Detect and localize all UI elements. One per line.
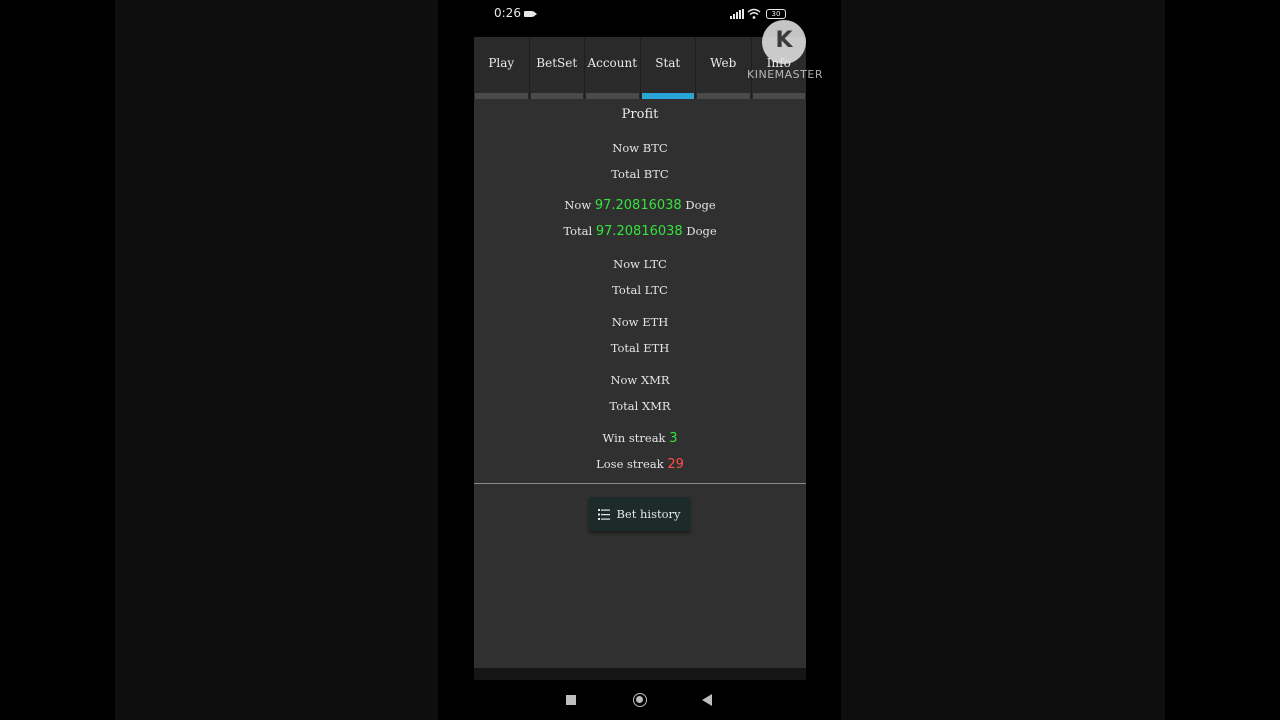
bet-history-label: Bet history (616, 507, 681, 521)
lose-streak-value: 29 (667, 457, 684, 472)
doge-now-value: 97.20816038 (594, 198, 682, 213)
phone-screen: 0:26 30 Play BetSet Account Stat Web Pro… (438, 0, 841, 720)
currency-unit: LTC (643, 257, 667, 271)
tab-indicator (752, 93, 805, 99)
tab-betset[interactable]: BetSet (530, 37, 585, 99)
doge-total-value: 97.20816038 (595, 224, 683, 239)
eth-total-row: Total ETH (474, 341, 806, 356)
currency-unit: XMR (641, 399, 671, 413)
tab-account[interactable]: Account (585, 37, 641, 99)
currency-unit: LTC (644, 283, 668, 297)
divider (474, 483, 806, 484)
tab-label: Account (587, 56, 638, 70)
lose-streak-row: Lose streak 29 (474, 457, 806, 472)
tab-indicator (586, 93, 639, 99)
tab-indicator-active (641, 93, 694, 99)
ltc-total-row: Total LTC (474, 283, 806, 298)
now-label: Now (610, 373, 638, 387)
tab-label: BetSet (536, 56, 578, 70)
app-window: Play BetSet Account Stat Web Info (474, 37, 806, 668)
win-streak-label: Win streak (602, 431, 666, 445)
win-streak-value: 3 (669, 431, 678, 446)
currency-unit: BTC (642, 141, 668, 155)
doge-total-row: Total 97.20816038 Doge (474, 224, 806, 239)
kinemaster-watermark: K KINEMASTER (746, 20, 824, 86)
currency-unit: BTC (643, 167, 669, 181)
currency-unit: Doge (685, 198, 716, 212)
total-label: Total (609, 399, 639, 413)
total-label: Total (612, 283, 642, 297)
tab-label: Stat (655, 56, 681, 70)
wifi-icon (747, 8, 761, 19)
win-streak-row: Win streak 3 (474, 431, 806, 446)
tab-label: Play (488, 56, 515, 70)
currency-unit: XMR (640, 373, 670, 387)
now-label: Now (611, 315, 639, 329)
watermark-logo-letter: K (775, 28, 793, 53)
list-icon (598, 508, 611, 520)
doge-now-row: Now 97.20816038 Doge (474, 198, 806, 213)
tab-web[interactable]: Web (696, 37, 752, 99)
eth-now-row: Now ETH (474, 315, 806, 330)
currency-unit: Doge (686, 224, 717, 238)
battery-icon: 30 (766, 9, 786, 19)
app-bottom-edge (474, 668, 806, 680)
ltc-now-row: Now LTC (474, 257, 806, 272)
status-time: 0:26 (494, 6, 521, 20)
now-label: Now (613, 257, 640, 271)
home-button-icon[interactable] (633, 693, 647, 707)
total-label: Total (610, 341, 640, 355)
letterbox-right-panel (841, 0, 1165, 720)
tab-label: Web (710, 56, 737, 70)
now-label: Now (564, 198, 592, 212)
letterbox-left (0, 0, 115, 720)
tab-indicator (475, 93, 528, 99)
letterbox-right (1165, 0, 1280, 720)
video-camera-icon (524, 11, 537, 17)
profit-title: Profit (621, 107, 659, 122)
currency-unit: ETH (643, 341, 670, 355)
xmr-total-row: Total XMR (474, 399, 806, 414)
currency-unit: ETH (642, 315, 669, 329)
tab-stat[interactable]: Stat (641, 37, 696, 99)
xmr-now-row: Now XMR (474, 373, 806, 388)
tab-play[interactable]: Play (474, 37, 530, 99)
btc-total-row: Total BTC (474, 167, 806, 182)
total-label: Total (611, 167, 641, 181)
btc-now-row: Now BTC (474, 141, 806, 156)
letterbox-left-panel (115, 0, 438, 720)
bet-history-button[interactable]: Bet history (589, 497, 690, 531)
total-label: Total (563, 224, 593, 238)
now-label: Now (612, 141, 640, 155)
lose-streak-label: Lose streak (596, 457, 664, 471)
back-button-icon[interactable] (702, 694, 712, 706)
tab-indicator (530, 93, 583, 99)
watermark-text: KINEMASTER (747, 68, 823, 81)
tab-indicator (697, 93, 750, 99)
signal-icon (730, 9, 744, 19)
recents-button-icon[interactable] (566, 695, 576, 705)
